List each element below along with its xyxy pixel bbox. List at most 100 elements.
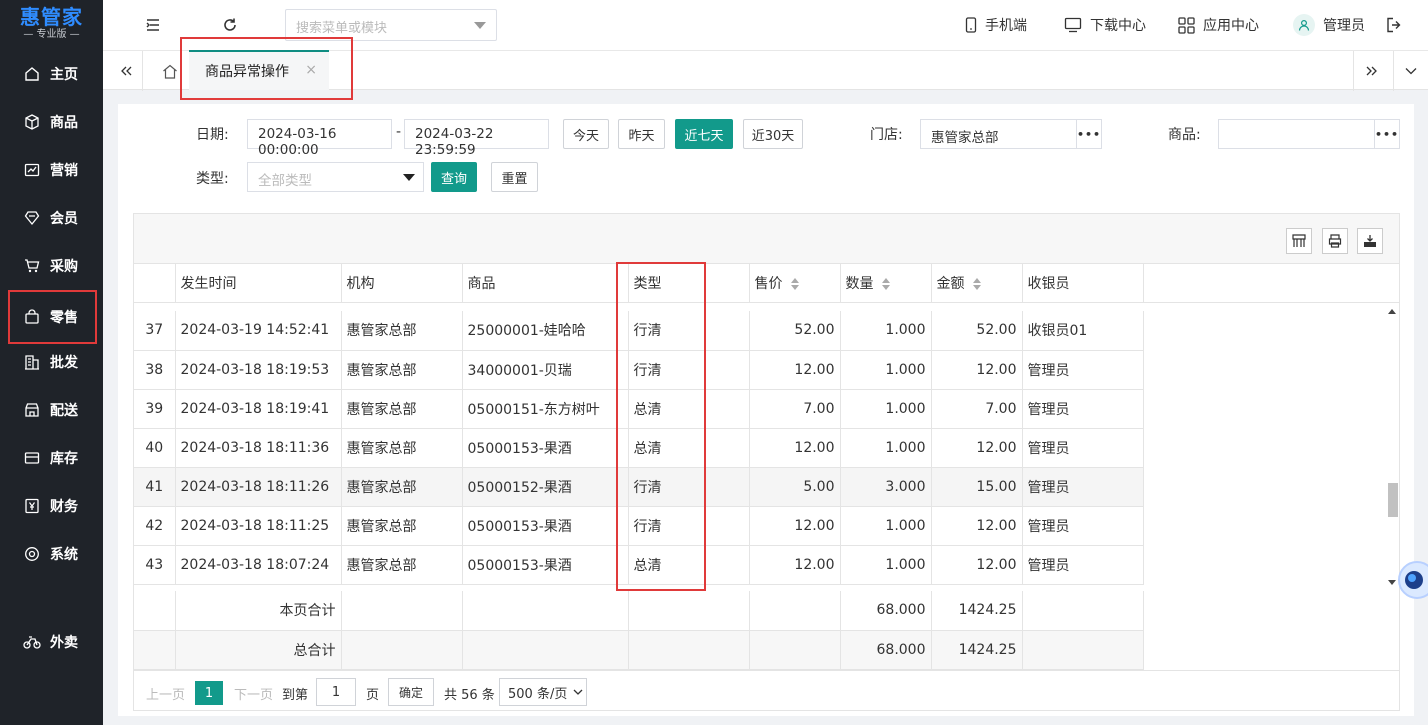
col-header-org[interactable]: 机构 [341,264,463,303]
row-product: 05000152-果酒 [462,467,629,507]
sidebar-item-label: 主页 [50,67,78,83]
sidebar-item-purchase[interactable]: 采购 [0,246,103,286]
scroll-down-icon[interactable] [1388,580,1396,585]
grand-total-label: 总合计 [175,630,342,670]
row-amount: 12.00 [931,428,1023,468]
columns-icon[interactable] [1286,228,1312,254]
row-time: 2024-03-18 18:19:41 [175,389,342,429]
row-qty: 1.000 [840,545,932,585]
col-header-price[interactable]: 售价 [749,264,841,303]
mobile-link[interactable]: 手机端 [965,0,1027,50]
sidebar-item-finance[interactable]: 财务 [0,486,103,526]
date-separator: - [396,124,402,140]
row-product: 34000001-贝瑞 [462,350,629,390]
menu-toggle-icon[interactable] [143,15,163,35]
row-amount: 12.00 [931,506,1023,546]
user-menu[interactable]: 管理员 [1293,0,1365,50]
diamond-icon [22,208,42,228]
bag-icon [22,307,42,327]
col-header-amount[interactable]: 金额 [931,264,1023,303]
goto-confirm-button[interactable]: 确定 [388,678,434,706]
scroll-up-icon[interactable] [1388,309,1396,314]
refresh-icon[interactable] [220,15,240,35]
sidebar-item-wholesale[interactable]: 批发 [0,342,103,382]
row-amount: 7.00 [931,389,1023,429]
app-center-link[interactable]: 应用中心 [1178,0,1259,50]
tabs-scroll-right-icon[interactable] [1353,51,1389,91]
sidebar-item-inventory[interactable]: 库存 [0,438,103,478]
row-product: 05000151-东方树叶 [462,389,629,429]
query-button[interactable]: 查询 [431,162,477,192]
sort-icon[interactable] [790,277,799,290]
sidebar-item-home[interactable]: 主页 [0,54,103,94]
search-placeholder: 搜索菜单或模块 [296,21,388,36]
date-end-input[interactable]: 2024-03-22 23:59:59 [404,119,549,158]
row-index: 37 [134,311,176,351]
assistant-float-icon[interactable] [1397,540,1428,610]
sidebar-item-label: 零售 [50,310,78,326]
yesterday-button[interactable]: 昨天 [618,119,665,149]
box-icon [22,112,42,132]
page-number-input[interactable]: 1 [316,678,356,706]
page-size-select[interactable]: 500 条/页 [499,678,587,706]
sidebar-item-marketing[interactable]: 营销 [0,150,103,190]
today-button[interactable]: 今天 [563,119,609,149]
row-time: 2024-03-18 18:19:53 [175,350,342,390]
sidebar-item-system[interactable]: 系统 [0,534,103,574]
download-center-link[interactable]: 下载中心 [1064,0,1146,50]
sidebar-item-label: 外卖 [50,635,78,651]
avatar [1293,14,1315,36]
sidebar-item-goods[interactable]: 商品 [0,102,103,142]
row-amount: 12.00 [931,350,1023,390]
row-price: 12.00 [749,350,841,390]
row-qty: 1.000 [840,350,932,390]
logout-icon[interactable] [1385,16,1403,34]
prev-page-button[interactable]: 上一页 [146,681,185,705]
sidebar-item-label: 库存 [50,451,78,467]
col-header-qty[interactable]: 数量 [840,264,932,303]
grand-total-amount: 1424.25 [931,630,1023,670]
row-time: 2024-03-18 18:07:24 [175,545,342,585]
page-total-row: 本页合计 68.000 1424.25 [134,591,1144,631]
row-cashier: 管理员 [1022,350,1144,390]
tabs-menu-chevron-icon[interactable] [1393,51,1427,91]
row-qty: 1.000 [840,311,932,351]
product-picker-icon[interactable]: ••• [1374,120,1399,148]
logo-subtitle: — 专业版 — [23,29,80,40]
highlight-box-tab [180,37,353,100]
building-icon [22,352,42,372]
sort-icon[interactable] [881,277,890,290]
store-picker-icon[interactable]: ••• [1076,120,1101,148]
sidebar-item-retail[interactable]: 零售 [8,290,97,344]
sidebar-item-member[interactable]: 会员 [0,198,103,238]
row-price: 12.00 [749,545,841,585]
last-30-days-button[interactable]: 近30天 [743,119,803,149]
sort-icon[interactable] [972,277,981,290]
scrollbar-thumb[interactable] [1388,483,1398,517]
row-org: 惠管家总部 [341,389,463,429]
col-header-time[interactable]: 发生时间 [175,264,342,303]
page-unit-label: 页 [366,687,380,703]
sidebar-item-takeout[interactable]: 外卖 [0,622,103,662]
next-page-button[interactable]: 下一页 [234,681,273,705]
last-7-days-button[interactable]: 近七天 [675,119,733,149]
col-header-product[interactable]: 商品 [462,264,629,303]
reset-button[interactable]: 重置 [491,162,538,192]
tabs-scroll-left-icon[interactable] [109,51,143,91]
product-input[interactable]: ••• [1218,119,1400,149]
col-header-cashier[interactable]: 收银员 [1022,264,1144,303]
type-placeholder: 全部类型 [258,173,312,189]
apps-label: 应用中心 [1203,18,1259,34]
chevron-down-icon [573,689,583,695]
sidebar-item-delivery[interactable]: 配送 [0,390,103,430]
data-grid: 发生时间 机构 商品 类型 售价 数量 金额 收银员 37 2024-03-19 … [133,213,1400,711]
type-select[interactable]: 全部类型 [247,162,424,192]
row-price: 12.00 [749,506,841,546]
export-icon[interactable] [1357,228,1383,254]
date-start-input[interactable]: 2024-03-16 00:00:00 [247,119,392,158]
page-size-value: 500 条/页 [508,686,568,702]
col-header-amount-label: 金额 [936,275,965,292]
store-input[interactable]: 惠管家总部 ••• [920,119,1102,149]
print-icon[interactable] [1322,228,1348,254]
page-1-button[interactable]: 1 [195,681,223,705]
